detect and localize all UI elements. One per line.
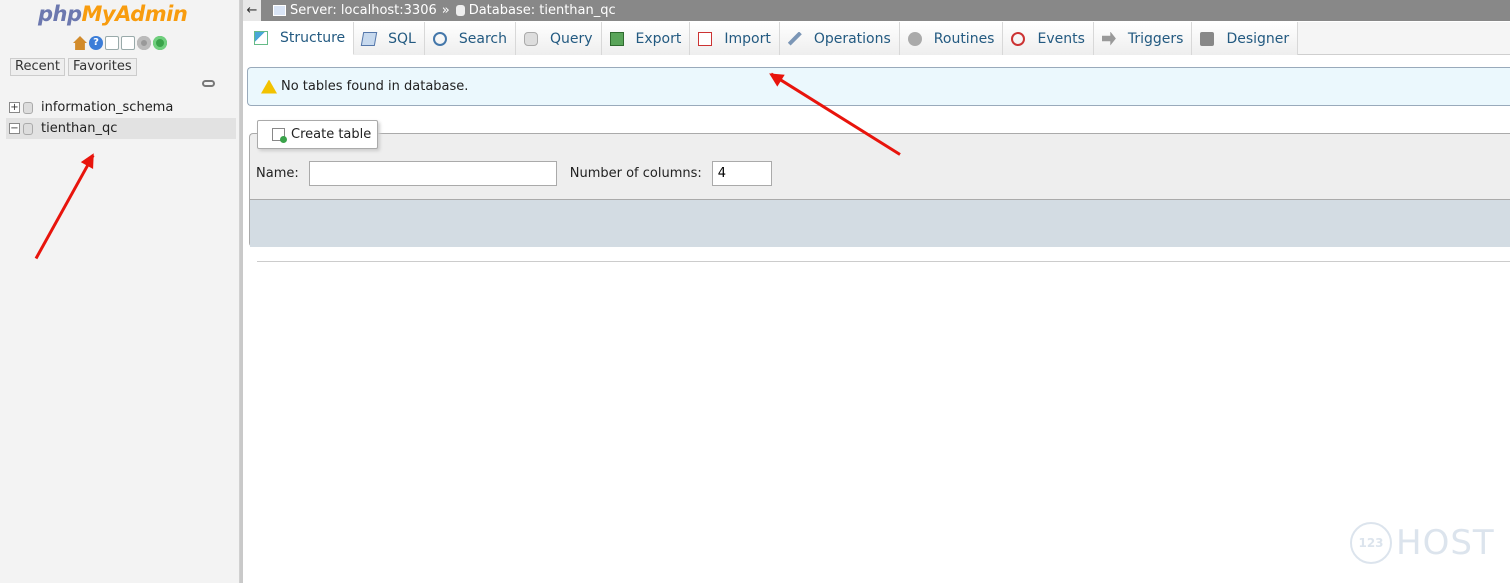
tab-import[interactable]: Import xyxy=(690,22,780,55)
number-of-columns-input[interactable] xyxy=(711,161,772,186)
create-table-title: Create table xyxy=(291,127,372,142)
notice-text: No tables found in database. xyxy=(281,79,469,94)
breadcrumb-server[interactable]: Server: localhost:3306 xyxy=(290,3,437,18)
breadcrumb-database[interactable]: Database: tienthan_qc xyxy=(469,3,616,18)
sql-icon xyxy=(360,31,378,46)
link-chain-icon[interactable] xyxy=(202,80,215,87)
database-icon xyxy=(23,122,33,135)
logo-php-text: php xyxy=(38,2,82,26)
tab-label: Import xyxy=(724,30,771,47)
tab-label: Structure xyxy=(280,30,346,46)
documentation-icon[interactable] xyxy=(105,36,119,50)
structure-icon xyxy=(254,31,268,45)
tab-triggers[interactable]: Triggers xyxy=(1093,22,1193,55)
settings-gear-icon[interactable] xyxy=(137,36,151,50)
database-name[interactable]: information_schema xyxy=(41,100,173,115)
designer-icon xyxy=(1200,31,1215,46)
logo-myadmin-text: MyAdmin xyxy=(81,2,188,26)
expand-plus-icon[interactable]: + xyxy=(9,102,20,113)
reload-icon[interactable] xyxy=(153,36,167,50)
sidebar-quick-icons: ? xyxy=(73,36,167,50)
tab-label: SQL xyxy=(388,30,416,47)
query-icon xyxy=(523,31,538,46)
columns-label: Number of columns: xyxy=(569,166,702,181)
import-icon xyxy=(698,31,713,46)
collapse-sidebar-arrow-icon[interactable]: ← xyxy=(243,0,261,21)
content-divider xyxy=(257,261,1510,262)
create-table-footer xyxy=(250,199,1510,247)
phpmyadmin-logo[interactable]: phpMyAdmin xyxy=(38,2,188,26)
database-tabs: Structure SQL Search Query Export Import… xyxy=(246,22,1510,55)
database-icon xyxy=(455,5,465,16)
tree-item-tienthan-qc[interactable]: − tienthan_qc xyxy=(6,118,236,139)
tab-search[interactable]: Search xyxy=(424,22,516,55)
tab-designer[interactable]: Designer xyxy=(1192,22,1299,55)
wrench-icon xyxy=(787,31,802,46)
database-icon xyxy=(23,101,33,114)
tab-label: Triggers xyxy=(1127,30,1184,47)
tab-events[interactable]: Events xyxy=(1003,22,1094,55)
tab-export[interactable]: Export xyxy=(601,22,691,55)
server-icon xyxy=(273,5,286,16)
tab-label: Search xyxy=(458,30,507,47)
tab-label: Events xyxy=(1037,30,1085,47)
navigation-sidebar: phpMyAdmin ? Recent Favorites + informat… xyxy=(0,0,240,583)
warning-icon xyxy=(261,79,277,94)
123host-watermark: 123 HOST xyxy=(1350,522,1495,564)
create-table-fieldset: Create table Name: Number of columns: xyxy=(249,120,1510,247)
tab-operations[interactable]: Operations xyxy=(779,22,900,55)
export-icon xyxy=(609,31,624,46)
no-tables-notice: No tables found in database. xyxy=(247,67,1510,106)
tab-sql[interactable]: SQL xyxy=(354,22,425,55)
recent-tab[interactable]: Recent xyxy=(10,58,65,76)
clock-icon xyxy=(1011,31,1026,46)
table-name-input[interactable] xyxy=(308,161,557,186)
create-table-form-row: Name: Number of columns: xyxy=(256,161,772,186)
breadcrumb: ← Server: localhost:3306 » Database: tie… xyxy=(243,0,1510,21)
watermark-badge: 123 xyxy=(1350,522,1392,564)
create-table-icon xyxy=(272,128,287,143)
create-table-legend: Create table xyxy=(257,120,378,149)
triggers-icon xyxy=(1101,31,1116,46)
search-icon xyxy=(432,31,447,46)
favorites-tab[interactable]: Favorites xyxy=(67,58,137,76)
database-name[interactable]: tienthan_qc xyxy=(41,121,117,136)
tab-routines[interactable]: Routines xyxy=(899,22,1004,55)
recent-favorites-tabs: Recent Favorites xyxy=(10,58,137,76)
tab-label: Designer xyxy=(1226,30,1290,47)
tab-label: Query xyxy=(549,30,593,47)
collapse-minus-icon[interactable]: − xyxy=(9,123,20,134)
database-tree: + information_schema − tienthan_qc xyxy=(6,97,236,139)
tab-label: Routines xyxy=(933,30,995,47)
routines-icon xyxy=(907,31,922,46)
sidebar-resize-handle[interactable] xyxy=(240,0,243,583)
tab-structure[interactable]: Structure xyxy=(246,22,355,55)
tab-query[interactable]: Query xyxy=(515,22,602,55)
help-icon[interactable]: ? xyxy=(89,36,103,50)
tab-label: Export xyxy=(635,30,682,47)
sql-docs-icon[interactable] xyxy=(121,36,135,50)
tab-label: Operations xyxy=(813,30,891,47)
breadcrumb-separator: » xyxy=(441,3,450,18)
home-icon[interactable] xyxy=(73,36,87,50)
tree-item-information-schema[interactable]: + information_schema xyxy=(6,97,236,118)
name-label: Name: xyxy=(256,166,299,181)
watermark-text: HOST xyxy=(1396,523,1495,563)
